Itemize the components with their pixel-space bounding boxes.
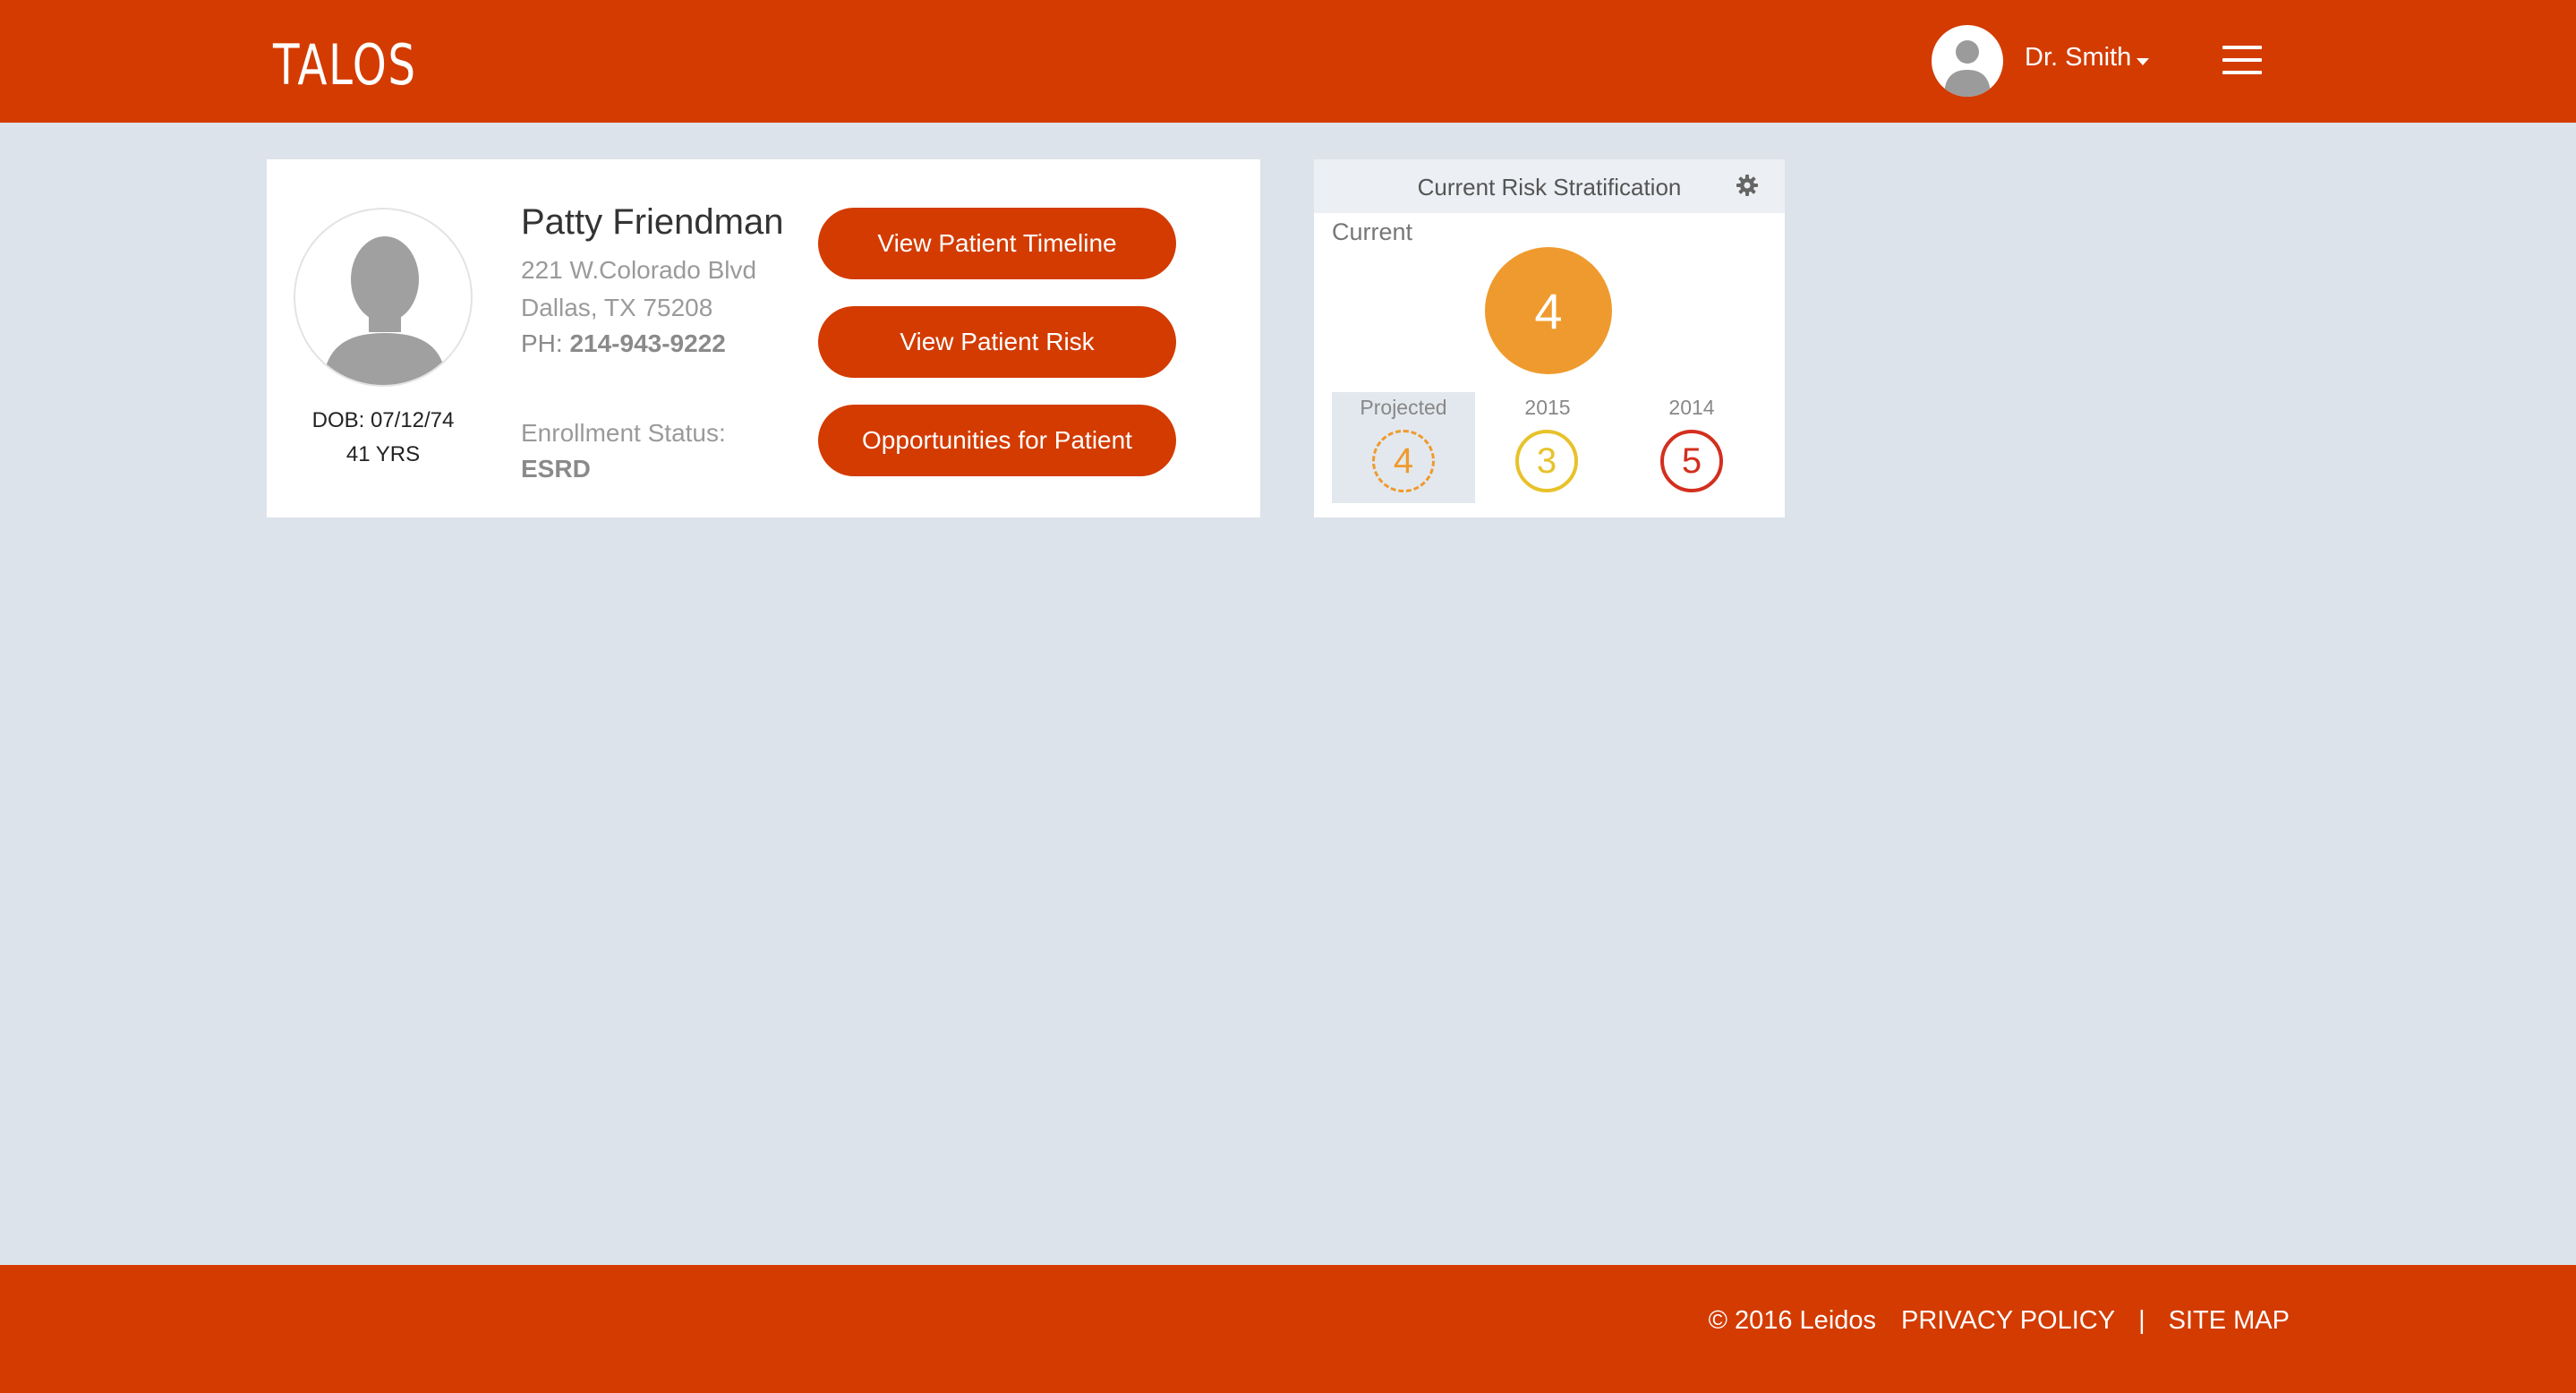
projected-risk-score: 4 <box>1372 430 1435 492</box>
patient-age: 41 YRS <box>345 442 421 466</box>
patient-address-line2: Dallas, TX 75208 <box>521 294 713 321</box>
footer-links: © 2016 Leidos PRIVACY POLICY | SITE MAP <box>1709 1306 2290 1336</box>
opportunities-for-patient-button[interactable]: Opportunities for Patient <box>818 405 1176 476</box>
patient-phone: PH: 214-943-9222 <box>521 329 726 358</box>
top-nav-bar: TALOS Dr. Smith <box>0 0 2576 123</box>
risk-card-header: Current Risk Stratification <box>1314 159 1785 213</box>
projected-label: Projected <box>1360 396 1447 419</box>
chevron-down-icon[interactable] <box>2137 58 2149 65</box>
user-name-dropdown[interactable]: Dr. Smith <box>2025 43 2131 73</box>
talos-logo[interactable]: TALOS <box>273 32 417 98</box>
view-patient-risk-button[interactable]: View Patient Risk <box>818 306 1176 378</box>
copyright-text: © 2016 Leidos <box>1708 1306 1877 1335</box>
year-2014-label: 2014 <box>1668 396 1715 419</box>
current-risk-score: 4 <box>1485 247 1612 374</box>
risk-score-2015: 3 <box>1515 430 1578 492</box>
patient-address-line1: 221 W.Colorado Blvd <box>521 256 757 284</box>
hamburger-menu-icon[interactable] <box>2222 46 2262 74</box>
year-2015-label: 2015 <box>1524 396 1571 419</box>
patient-summary-card: DOB: 07/12/74 41 YRS Patty Friendman 221… <box>267 159 1260 517</box>
footer-separator: | <box>2138 1306 2145 1335</box>
risk-card-title: Current Risk Stratification <box>1417 174 1682 201</box>
privacy-policy-link[interactable]: PRIVACY POLICY <box>1901 1306 2115 1336</box>
risk-score-2014: 5 <box>1660 430 1723 492</box>
enrollment-status-value: ESRD <box>521 455 591 483</box>
user-silhouette-icon <box>1944 40 1991 97</box>
view-patient-timeline-button[interactable]: View Patient Timeline <box>818 208 1176 279</box>
site-map-link[interactable]: SITE MAP <box>2169 1306 2290 1336</box>
phone-label: PH: <box>521 329 563 357</box>
patient-name: Patty Friendman <box>521 202 784 242</box>
gear-icon[interactable] <box>1735 173 1760 198</box>
patient-silhouette-icon <box>322 236 448 385</box>
enrollment-status-label: Enrollment Status: <box>521 419 726 447</box>
patient-dob: DOB: 07/12/74 <box>311 408 455 432</box>
footer-bar: © 2016 Leidos PRIVACY POLICY | SITE MAP <box>0 1265 2576 1393</box>
risk-stratification-card: Current Risk Stratification Current 4 Pr… <box>1314 159 1785 517</box>
phone-number: 214-943-9222 <box>569 329 726 357</box>
patient-avatar <box>294 208 473 387</box>
user-avatar[interactable] <box>1932 25 2003 97</box>
current-risk-label: Current <box>1332 218 1413 245</box>
